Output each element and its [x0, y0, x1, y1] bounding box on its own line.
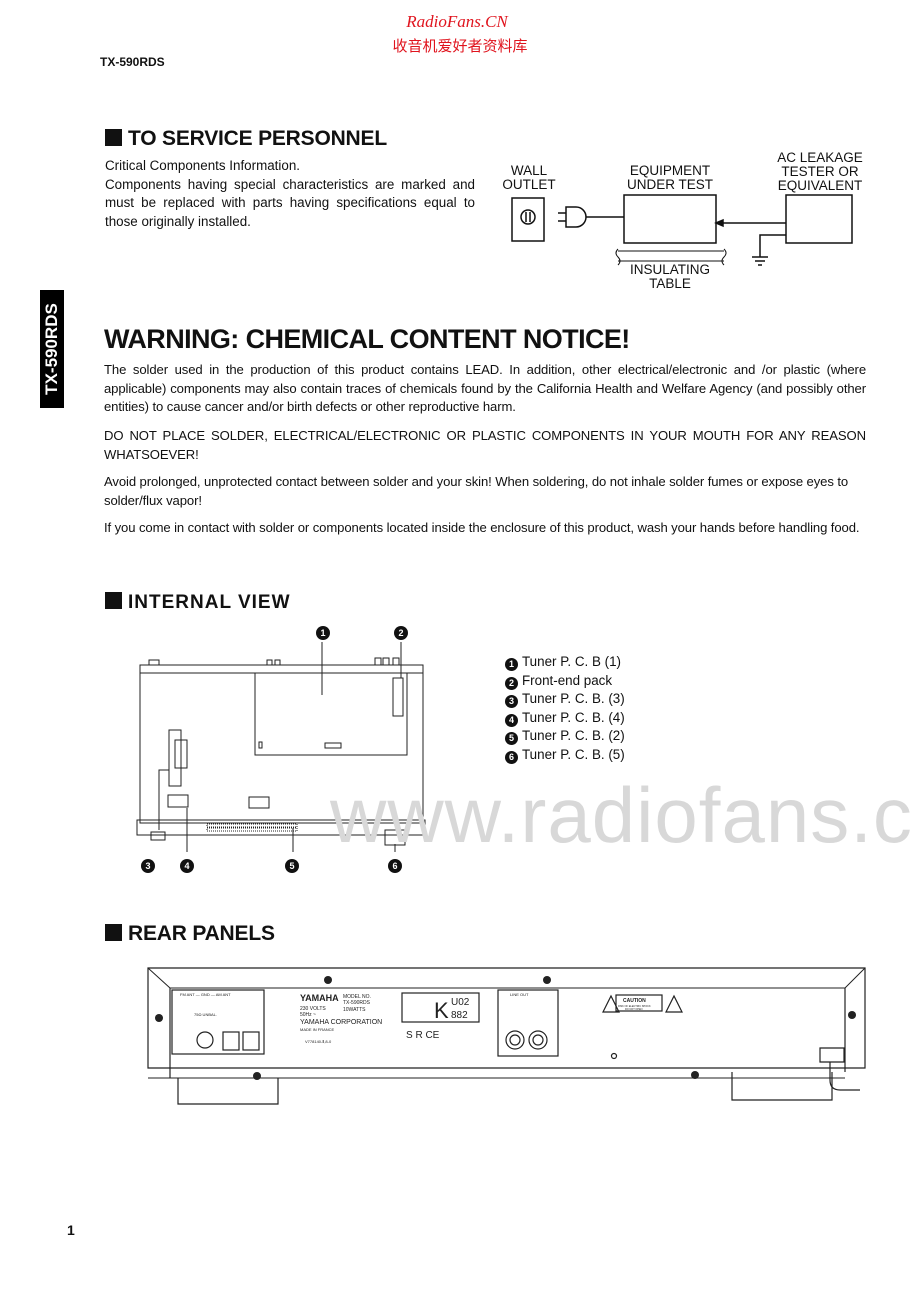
section-square-icon — [105, 924, 122, 941]
am-antenna-terminal — [242, 1031, 260, 1051]
section-square-icon — [105, 129, 122, 146]
callout-1-icon: 1 — [505, 658, 518, 671]
table-label: INSULATING — [630, 262, 710, 277]
table-label: TABLE — [649, 276, 691, 291]
certification-marks: S R CE — [406, 1030, 440, 1041]
internal-view-legend: 1 Tuner P. C. B (1) 2 Front-end pack 3 Tune… — [505, 653, 625, 764]
callout-4-icon: 4 — [180, 859, 194, 873]
equipment-label: UNDER TEST — [627, 177, 713, 192]
plug-icon — [565, 206, 587, 228]
brand-label: YAMAHA — [300, 993, 339, 1003]
approval-k: K — [434, 998, 449, 1023]
made-in-label: MADE IN FRANCE — [300, 1027, 335, 1032]
legend-item: 1 Tuner P. C. B (1) — [505, 653, 625, 672]
tester-box — [785, 194, 853, 244]
tuner-pcb-4 — [167, 794, 189, 808]
outlet-socket-icon — [520, 209, 536, 225]
legend-item: 3 Tuner P. C. B. (3) — [505, 690, 625, 709]
model-header: TX-590RDS — [100, 55, 165, 69]
foot-right — [731, 1072, 833, 1101]
model-no: TX-590RDS — [343, 1000, 371, 1006]
legend-label: Tuner P. C. B. (4) — [522, 709, 625, 725]
warning-paragraph: Avoid prolonged, unprotected contact bet… — [104, 474, 849, 508]
caution-sub: DO NOT OPEN — [625, 1008, 643, 1011]
arrow-icon — [714, 218, 724, 228]
legend-item: 6 Tuner P. C. B. (5) — [505, 746, 625, 765]
caution-label: CAUTION — [623, 998, 646, 1004]
callout-2-icon: 2 — [394, 626, 408, 640]
rear-panels-heading: REAR PANELS — [105, 922, 275, 946]
line-out-label: LINE OUT — [510, 992, 529, 997]
rear-panels-heading-text: REAR PANELS — [128, 922, 275, 945]
rear-chassis-outline — [147, 967, 866, 1069]
service-line: Components having special characteristic… — [105, 176, 475, 229]
freq-label: 50Hz ~ — [300, 1012, 316, 1018]
page-number: 1 — [67, 1222, 75, 1238]
warning-paragraph: DO NOT PLACE SOLDER, ELECTRICAL/ELECTRON… — [104, 428, 866, 462]
wall-outlet-box — [511, 197, 545, 242]
wall-outlet-label: WALL — [511, 163, 548, 178]
service-heading-text: TO SERVICE PERSONNEL — [128, 127, 387, 150]
approval-top: U02 — [451, 997, 470, 1008]
rear-panel-diagram: FM ANT — GND — AM ANT 75Ω UNBAL. LINE OU… — [147, 967, 866, 1105]
legend-item: 4 Tuner P. C. B. (4) — [505, 709, 625, 728]
unbal-label: 75Ω UNBAL. — [194, 1012, 217, 1017]
legend-item: 2 Front-end pack — [505, 672, 625, 691]
code-label: V778140-Ⅱ,8-0 — [305, 1039, 332, 1044]
tester-label: EQUIVALENT — [778, 178, 863, 193]
legend-label: Tuner P. C. B. (5) — [522, 746, 625, 762]
warning-paragraph: If you come in contact with solder or co… — [104, 520, 860, 535]
warning-title: WARNING: CHEMICAL CONTENT NOTICE! — [104, 324, 630, 354]
wall-outlet-label: OUTLET — [502, 177, 555, 192]
foot-left — [177, 1078, 279, 1105]
tester-label: TESTER OR — [781, 164, 859, 179]
legend-label: Tuner P. C. B. (3) — [522, 691, 625, 706]
callout-6-icon: 6 — [388, 859, 402, 873]
front-end-pack — [392, 677, 404, 717]
antenna-panel — [171, 989, 265, 1055]
gnd-terminal — [222, 1031, 240, 1051]
side-tab-label: TX-590RDS — [42, 303, 61, 395]
callout-3-icon: 3 — [505, 695, 518, 708]
corp-label: YAMAHA CORPORATION — [300, 1019, 382, 1026]
service-text: Critical Components Information. Compone… — [105, 157, 475, 231]
warning-triangle-icon — [665, 994, 683, 1013]
fm-antenna-jack — [196, 1031, 214, 1049]
legend-label: Tuner P. C. B. (2) — [522, 728, 625, 743]
callout-6-icon: 6 — [505, 750, 518, 764]
internal-view-heading: INTERNAL VIEW — [105, 592, 291, 614]
site-subtitle: 收音机爱好者资料库 — [392, 37, 528, 55]
antenna-label: FM ANT — GND — AM ANT — [180, 992, 231, 997]
warning-paragraph: The solder used in the production of thi… — [104, 362, 866, 414]
power-cord — [819, 1047, 860, 1091]
tester-label: AC LEAKAGE — [777, 150, 863, 165]
watermark: www.radiofans.c — [330, 771, 913, 859]
line-out-right-jack — [528, 1030, 548, 1050]
watts-label: 10WATTS — [343, 1007, 366, 1013]
side-tab: TX-590RDS — [40, 290, 64, 408]
leakage-test-diagram: WALL OUTLET EQUIPMENT UNDER TEST AC LEAK… — [502, 150, 863, 291]
line-out-left-jack — [505, 1030, 525, 1050]
callout-3-icon: 3 — [141, 859, 155, 873]
equipment-label: EQUIPMENT — [630, 163, 710, 178]
legend-item: 5 Tuner P. C. B. (2) — [505, 727, 625, 746]
callout-5-icon: 5 — [505, 732, 518, 745]
section-square-icon — [105, 592, 122, 609]
approval-bottom: 882 — [451, 1010, 468, 1021]
callout-4-icon: 4 — [505, 713, 518, 727]
callout-1-icon: 1 — [316, 626, 330, 640]
service-line: Critical Components Information. — [105, 158, 300, 173]
service-heading: TO SERVICE PERSONNEL — [105, 127, 387, 151]
internal-view-heading-text: INTERNAL VIEW — [128, 592, 291, 613]
line-out-panel — [497, 989, 559, 1057]
equipment-box — [623, 194, 717, 244]
callout-2-icon: 2 — [505, 676, 518, 690]
callout-5-icon: 5 — [285, 859, 299, 873]
site-title: RadioFans.CN — [406, 12, 508, 31]
legend-label: Tuner P. C. B (1) — [522, 654, 621, 669]
legend-label: Front-end pack — [522, 672, 613, 688]
